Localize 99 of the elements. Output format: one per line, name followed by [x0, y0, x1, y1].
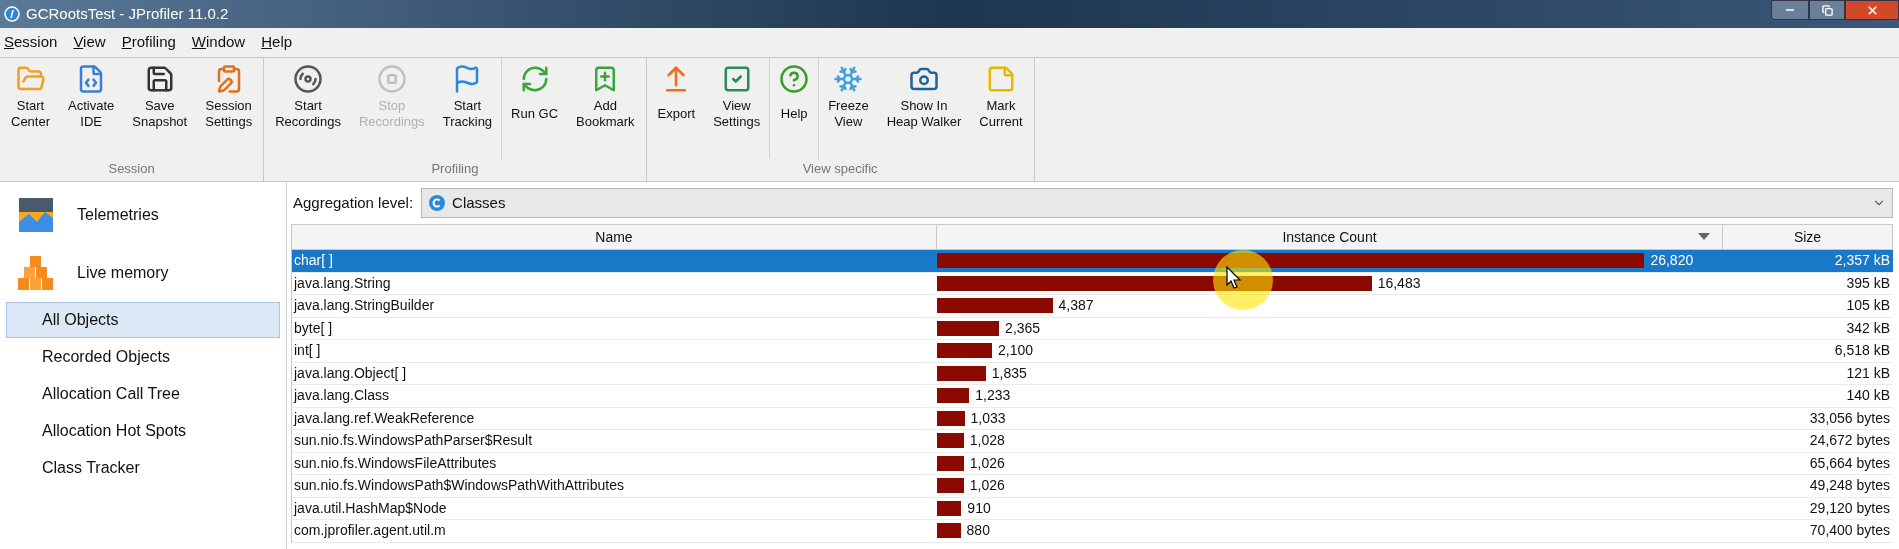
menu-item[interactable]: Profiling — [119, 31, 178, 54]
toolbar-button[interactable]: Save Snapshot — [123, 64, 197, 130]
table-cell-text: 121 kB — [1845, 363, 1891, 383]
toolbar-button[interactable]: Export — [648, 64, 705, 122]
snowflake-icon — [833, 64, 864, 94]
table-cell-text: 49,248 bytes — [1808, 476, 1891, 496]
table-cell-text: java.lang.String — [292, 273, 392, 293]
toolbar-group-label: Profiling — [431, 159, 479, 178]
table-cell-text: java.util.HashMap$Node — [292, 498, 448, 518]
stop-icon — [376, 64, 407, 94]
table-cell-text: java.lang.Class — [292, 386, 390, 406]
table-cell-text: 1,026 — [969, 453, 1005, 473]
table-cell-text: sun.nio.fs.WindowsPath$WindowsPathWithAttributes — [293, 476, 625, 496]
table-cell-text: 2,100 — [998, 341, 1034, 361]
table-cell-text: 24,672 bytes — [1808, 431, 1891, 451]
class-icon — [428, 194, 447, 212]
toolbar-button[interactable]: Add Bookmark — [567, 64, 644, 130]
table-row[interactable]: sun.nio.fs.WindowsPath$WindowsPathWithAttributes 1,026 49,248 bytes — [292, 475, 1893, 498]
table-row[interactable]: sun.nio.fs.WindowsPathParser$Result 1,028 24,672 bytes — [292, 430, 1893, 453]
section-label: Telemetries — [77, 205, 159, 225]
table-cell-text: java.lang.StringBuilder — [292, 296, 436, 316]
table-row[interactable]: int[ ] 2,100 6,518 kB — [292, 340, 1893, 363]
sidebar-section[interactable]: Live memory — [0, 244, 286, 302]
table-cell-text: 2,365 — [1005, 318, 1041, 338]
table-cell-text: sun.nio.fs.WindowsFileAttributes — [293, 453, 498, 473]
minimize-button[interactable] — [1771, 0, 1809, 20]
sidebar-item[interactable]: Class Tracker — [6, 450, 280, 486]
table-cell-text: char[ ] — [293, 251, 334, 271]
sidebar-item[interactable]: Allocation Call Tree — [6, 376, 280, 412]
aggregation-dropdown[interactable]: Classes — [421, 188, 1893, 218]
app-icon — [4, 6, 20, 22]
table-cell-text: java.lang.ref.WeakReference — [292, 408, 476, 428]
column-header[interactable]: Name — [292, 225, 937, 249]
sidebar-item[interactable]: Allocation Hot Spots — [6, 413, 280, 449]
column-header[interactable]: Instance Count — [937, 225, 1723, 249]
table-cell-text: int[ ] — [293, 341, 322, 361]
table-cell-text: java.lang.Object[ ] — [292, 363, 408, 383]
aggregation-label: Aggregation level: — [293, 192, 414, 213]
sidebar-item[interactable]: All Objects — [6, 302, 280, 338]
toolbar-button[interactable]: Show In Heap Walker — [877, 64, 971, 130]
table-cell-text: sun.nio.fs.WindowsPathParser$Result — [293, 431, 534, 451]
toolbar-button[interactable]: Start Recordings — [266, 64, 350, 130]
table-cell-text: 33,056 bytes — [1808, 408, 1891, 428]
table-cell-text: 16,483 — [1377, 273, 1421, 293]
menu-item[interactable]: View — [71, 31, 108, 54]
toolbar-button[interactable]: Mark Current — [970, 64, 1032, 130]
toolbar-group-label: Session — [108, 159, 155, 178]
toolbar-button[interactable]: Activate IDE — [59, 64, 124, 130]
table-cell-text: 26,820 — [1650, 251, 1694, 271]
window-title: GCRootsTest - JProfiler 11.0.2 — [26, 3, 229, 24]
toolbar-button[interactable]: Freeze View — [819, 64, 878, 130]
table-cell-text: 29,120 bytes — [1808, 498, 1891, 518]
table-cell-text: 1,028 — [969, 431, 1005, 451]
table-row[interactable]: java.lang.StringBuilder 4,387 105 kB — [292, 295, 1893, 318]
cursor-highlight — [1213, 250, 1273, 310]
film-reel-icon — [293, 64, 324, 94]
table-cell-text: 6,518 kB — [1833, 341, 1891, 361]
toolbar-button[interactable]: Session Settings — [196, 64, 262, 130]
table-cell-text: 4,387 — [1058, 296, 1094, 316]
table-cell-text: 1,033 — [970, 408, 1006, 428]
table-cell-text: 1,233 — [975, 386, 1011, 406]
toolbar-button[interactable]: View Settings — [704, 64, 770, 130]
chart-icon — [17, 196, 55, 234]
section-label: Live memory — [77, 263, 169, 283]
table-cell-text: 65,664 bytes — [1808, 453, 1891, 473]
table-row[interactable]: java.lang.Class 1,233 140 kB — [292, 385, 1893, 408]
table-row[interactable]: com.jprofiler.agent.util.m 880 70,400 bytes — [292, 520, 1893, 543]
restore-icon — [1821, 4, 1833, 16]
toolbar-button[interactable]: Start Center — [2, 64, 60, 130]
table-cell-text: com.jprofiler.agent.util.m — [293, 521, 447, 541]
sidebar-section[interactable]: Telemetries — [0, 186, 286, 244]
help-icon — [779, 64, 810, 94]
menu-item[interactable]: Window — [189, 31, 248, 54]
table-cell-text: byte[ ] — [293, 318, 334, 338]
toolbar-button[interactable]: Help — [770, 64, 819, 122]
toolbar-group-label: View specific — [802, 159, 878, 178]
dropdown-value: Classes — [452, 192, 506, 213]
sidebar-item[interactable]: Recorded Objects — [6, 339, 280, 375]
table-row[interactable]: char[ ] 26,820 2,357 kB — [292, 250, 1893, 273]
table-cell-text: 1,026 — [969, 476, 1005, 496]
close-icon — [1865, 3, 1879, 17]
menu-item[interactable]: Help — [259, 31, 295, 54]
table-cell-text: 342 kB — [1845, 318, 1891, 338]
table-cell-text: 140 kB — [1845, 386, 1891, 406]
table-cell-text: 880 — [966, 521, 990, 541]
restore-button[interactable] — [1809, 0, 1845, 20]
table-cell-text: 70,400 bytes — [1808, 521, 1891, 541]
table-cell-text: 910 — [967, 498, 991, 518]
column-header[interactable]: Size — [1723, 225, 1893, 249]
mouse-pointer-icon — [1226, 266, 1242, 290]
cubes-icon — [17, 254, 55, 292]
toolbar-button[interactable]: Start Tracking — [433, 64, 502, 130]
table-cell-text: 105 kB — [1845, 296, 1891, 316]
table-cell-text: 1,835 — [991, 363, 1027, 383]
menu-item[interactable]: Session — [2, 31, 60, 54]
table-cell-text: 395 kB — [1845, 273, 1891, 293]
toolbar-button[interactable]: Run GC — [502, 64, 568, 122]
table-cell-text: 2,357 kB — [1833, 251, 1891, 271]
close-button[interactable] — [1845, 0, 1899, 20]
